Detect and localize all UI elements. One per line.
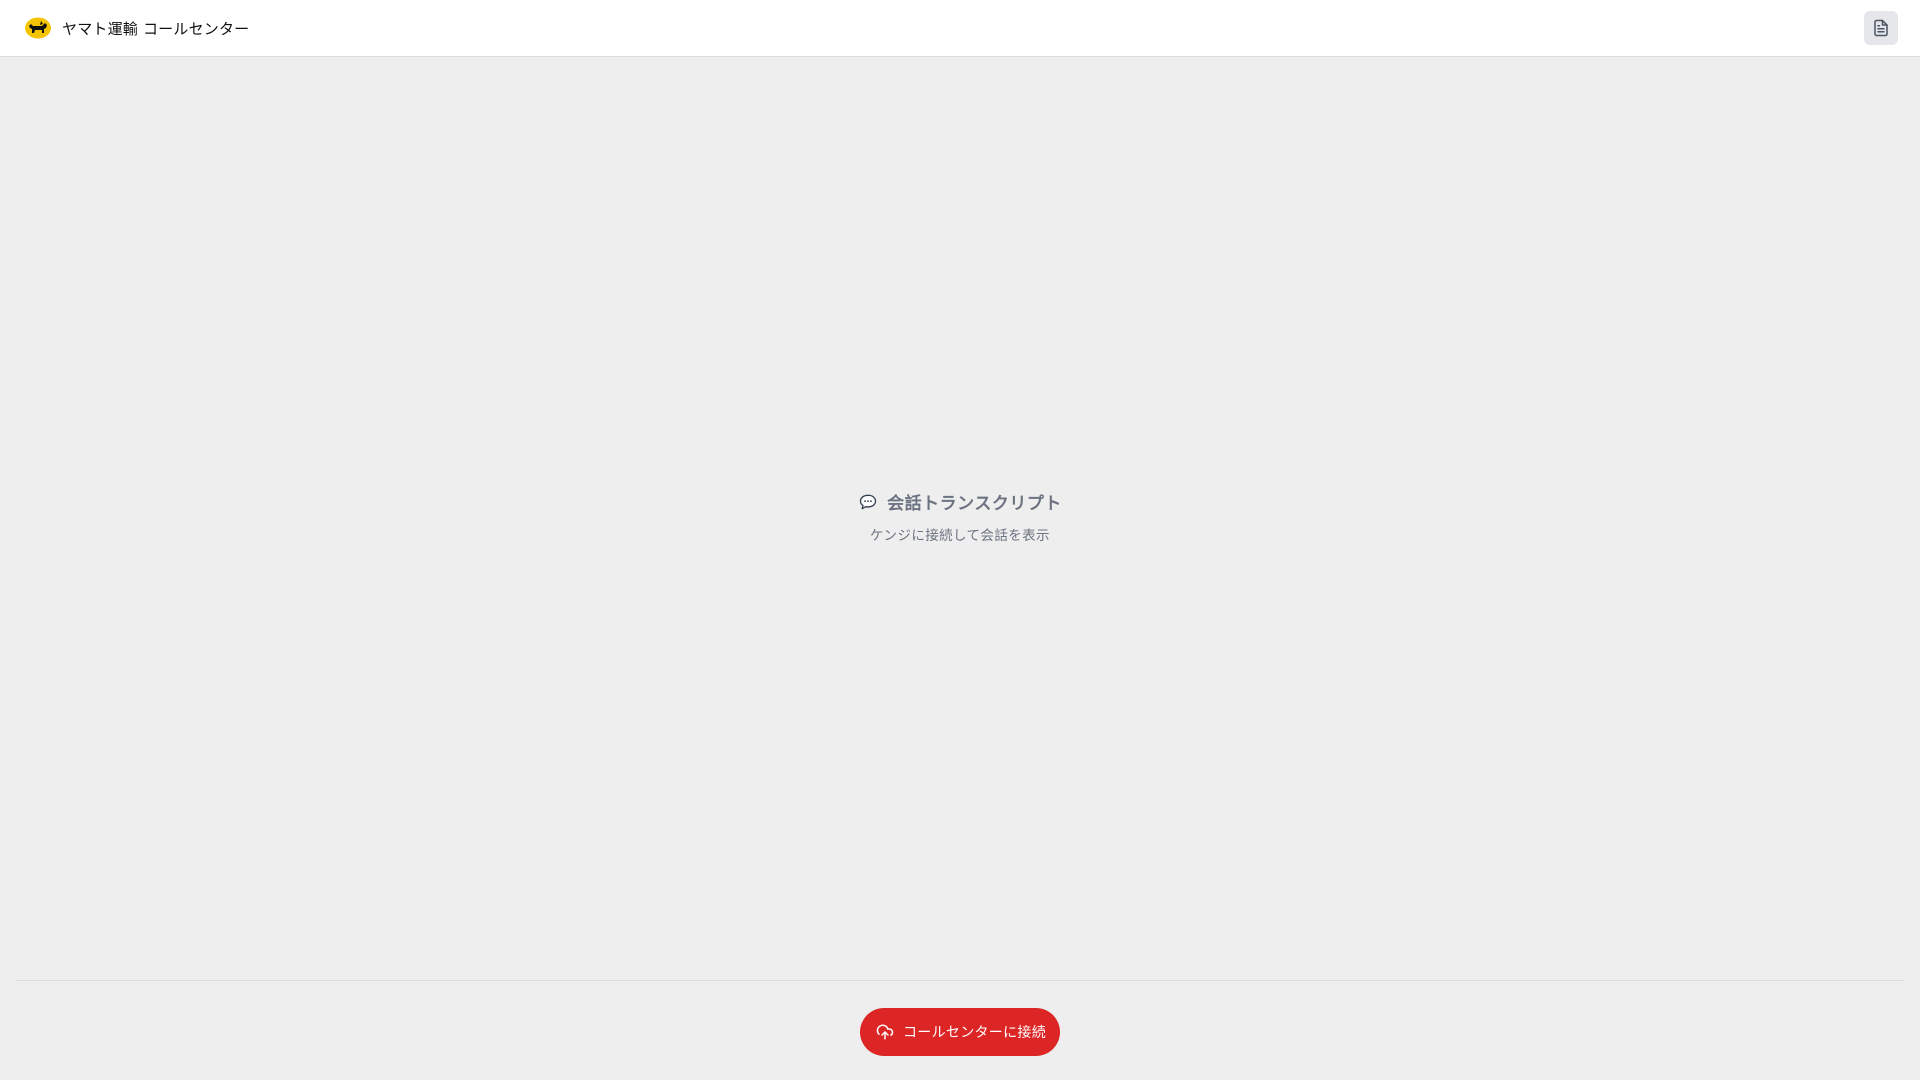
cloud-upload-icon	[876, 1023, 894, 1041]
connect-call-center-button[interactable]: コールセンターに接続	[860, 1008, 1060, 1056]
empty-state-subtitle: ケンジに接続して会話を表示	[870, 528, 1050, 544]
empty-state-title: 会話トランスクリプト	[887, 494, 1062, 514]
footer-bar: コールセンターに接続	[0, 980, 1920, 1080]
document-icon	[1872, 19, 1890, 37]
brand: ヤマト運輸 コールセンター	[24, 16, 249, 40]
empty-state-title-row: 会話トランスクリプト	[858, 489, 1062, 514]
transcript-document-button[interactable]	[1864, 11, 1898, 45]
empty-state: 会話トランスクリプト ケンジに接続して会話を表示	[858, 489, 1062, 544]
top-header: ヤマト運輸 コールセンター	[0, 0, 1920, 57]
black-cat-logo-icon	[24, 16, 52, 40]
app-title: ヤマト運輸 コールセンター	[62, 19, 250, 38]
transcript-area: 会話トランスクリプト ケンジに接続して会話を表示	[0, 57, 1920, 980]
footer-divider	[16, 980, 1904, 981]
speech-bubble-icon	[858, 492, 878, 512]
connect-button-label: コールセンターに接続	[903, 1025, 1046, 1041]
app-root: ヤマト運輸 コールセンター 会話トランスクリプト ケンジに接続して会話を表示 コ…	[0, 0, 1920, 1080]
